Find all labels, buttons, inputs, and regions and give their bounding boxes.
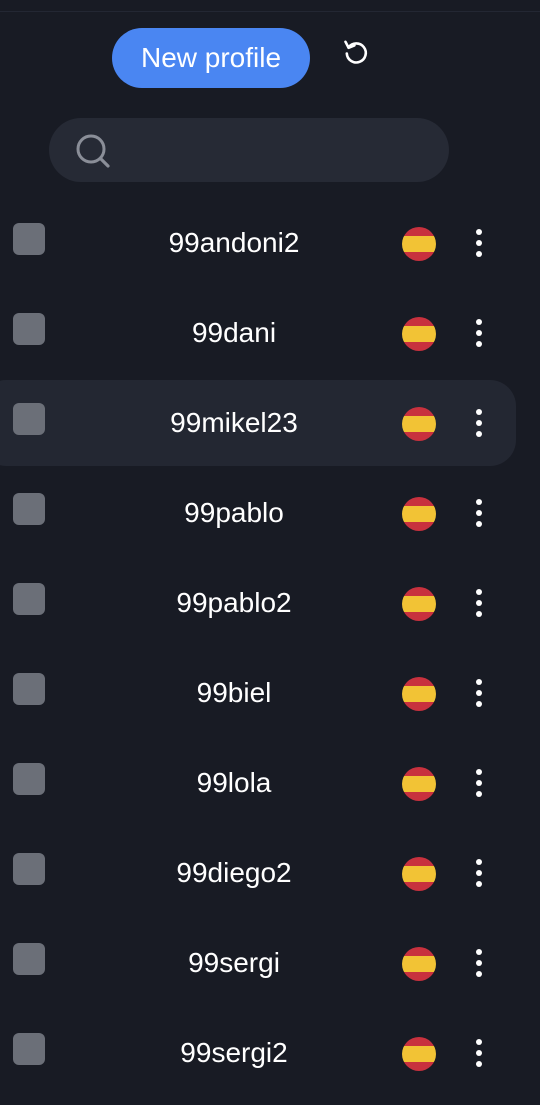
search-icon xyxy=(76,134,110,168)
profile-checkbox[interactable] xyxy=(13,223,45,255)
spain-flag-icon xyxy=(402,227,436,261)
profile-checkbox[interactable] xyxy=(13,313,45,345)
profile-row[interactable]: 99biel xyxy=(0,648,540,738)
spain-flag-icon xyxy=(402,1037,436,1071)
profile-name: 99pablo2 xyxy=(176,587,292,618)
more-options-icon[interactable] xyxy=(464,496,494,530)
spain-flag-icon xyxy=(402,497,436,531)
profile-row[interactable]: 99mikel23 xyxy=(0,378,540,468)
more-options-icon[interactable] xyxy=(464,766,494,800)
profile-checkbox[interactable] xyxy=(13,583,45,615)
profile-checkbox[interactable] xyxy=(13,493,45,525)
profile-list: 99andoni2 99dani 99mikel23 99pablo 99pablo2 9… xyxy=(0,198,540,1098)
spain-flag-icon xyxy=(402,587,436,621)
more-options-icon[interactable] xyxy=(464,856,494,890)
profile-name: 99lola xyxy=(196,767,272,798)
spain-flag-icon xyxy=(402,767,436,801)
profile-row[interactable]: 99sergi xyxy=(0,918,540,1008)
profile-name: 99mikel23 xyxy=(170,407,298,438)
profile-checkbox[interactable] xyxy=(13,943,45,975)
profile-row[interactable]: 99diego2 xyxy=(0,828,540,918)
profile-checkbox[interactable] xyxy=(13,763,45,795)
search-input[interactable] xyxy=(127,128,431,174)
more-options-icon[interactable] xyxy=(464,316,494,350)
profile-checkbox[interactable] xyxy=(13,673,45,705)
new-profile-button[interactable]: New profile xyxy=(112,28,310,88)
profile-name: 99biel xyxy=(196,677,272,708)
search-bar xyxy=(49,118,449,182)
profile-name: 99pablo xyxy=(184,497,284,528)
profile-name: 99sergi2 xyxy=(180,1037,288,1068)
profile-row[interactable]: 99dani xyxy=(0,288,540,378)
more-options-icon[interactable] xyxy=(464,406,494,440)
profile-name: 99andoni2 xyxy=(168,227,300,258)
more-options-icon[interactable] xyxy=(464,946,494,980)
spain-flag-icon xyxy=(402,407,436,441)
spain-flag-icon xyxy=(402,857,436,891)
profile-row[interactable]: 99pablo xyxy=(0,468,540,558)
profile-checkbox[interactable] xyxy=(13,853,45,885)
profile-row[interactable]: 99sergi2 xyxy=(0,1008,540,1098)
profile-checkbox[interactable] xyxy=(13,1033,45,1065)
profile-row[interactable]: 99pablo2 xyxy=(0,558,540,648)
spain-flag-icon xyxy=(402,317,436,351)
profile-row[interactable]: 99andoni2 xyxy=(0,198,540,288)
more-options-icon[interactable] xyxy=(464,586,494,620)
profile-name: 99dani xyxy=(191,317,277,348)
more-options-icon[interactable] xyxy=(464,1036,494,1070)
profile-name: 99diego2 xyxy=(176,857,292,888)
spain-flag-icon xyxy=(402,677,436,711)
refresh-icon[interactable] xyxy=(338,34,374,70)
spain-flag-icon xyxy=(402,947,436,981)
profile-row[interactable]: 99lola xyxy=(0,738,540,828)
profile-name: 99sergi xyxy=(188,947,280,978)
more-options-icon[interactable] xyxy=(464,226,494,260)
profile-checkbox[interactable] xyxy=(13,403,45,435)
top-divider xyxy=(0,11,540,12)
more-options-icon[interactable] xyxy=(464,676,494,710)
